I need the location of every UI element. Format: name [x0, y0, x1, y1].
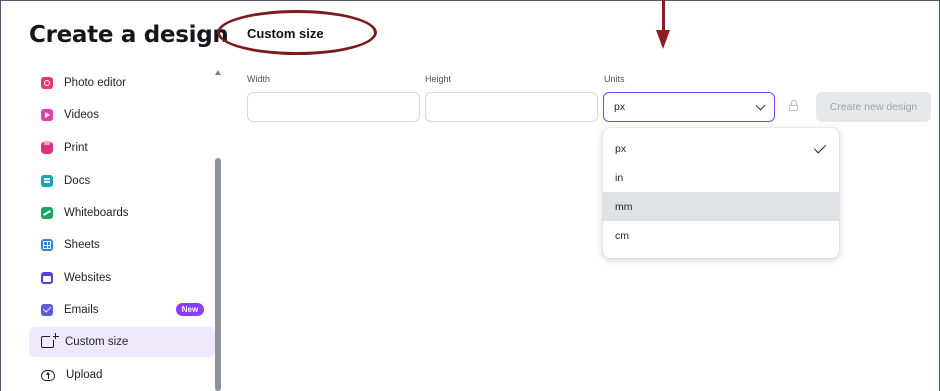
sidebar-item-docs[interactable]: Docs — [29, 166, 215, 196]
units-select[interactable]: px — [603, 92, 775, 122]
sidebar-item-photo-editor[interactable]: Photo editor — [29, 68, 215, 98]
video-icon — [41, 109, 53, 121]
custom-size-icon — [41, 333, 59, 348]
sidebar: Photo editor Videos Print Docs Whiteboar… — [29, 66, 215, 391]
sidebar-item-label: Upload — [66, 369, 103, 381]
height-input[interactable] — [425, 92, 598, 122]
annotation-arrow-line — [662, 0, 665, 32]
sidebar-item-label: Photo editor — [64, 77, 127, 89]
sidebar-item-label: Websites — [64, 272, 112, 284]
sidebar-item-websites[interactable]: Websites — [29, 263, 215, 293]
scrollbar-thumb[interactable] — [215, 158, 221, 391]
units-dropdown: px in mm cm — [603, 128, 839, 258]
lock-icon[interactable] — [789, 100, 798, 111]
sidebar-item-label: Custom size — [65, 336, 129, 348]
new-badge: New — [176, 303, 204, 316]
units-option-in[interactable]: in — [603, 163, 839, 192]
sidebar-item-custom-size[interactable]: Custom size — [29, 327, 215, 357]
photo-editor-icon — [41, 77, 53, 89]
upload-icon — [41, 369, 55, 381]
sidebar-item-print[interactable]: Print — [29, 133, 215, 163]
width-label: Width — [247, 74, 271, 84]
sidebar-item-sheets[interactable]: Sheets — [29, 230, 215, 260]
sidebar-item-whiteboards[interactable]: Whiteboards — [29, 198, 215, 228]
print-icon — [41, 141, 53, 154]
sidebar-item-label: Emails — [64, 304, 99, 316]
option-label: cm — [615, 229, 629, 242]
sidebar-item-label: Print — [64, 142, 88, 154]
chevron-down-icon — [755, 100, 766, 110]
websites-icon — [41, 272, 53, 284]
sidebar-item-emails[interactable]: Emails New — [29, 295, 215, 325]
sidebar-item-upload[interactable]: Upload — [29, 360, 215, 390]
units-option-px[interactable]: px — [603, 134, 839, 163]
option-label: in — [615, 171, 624, 184]
section-title: Custom size — [247, 26, 324, 41]
sidebar-item-videos[interactable]: Videos — [29, 100, 215, 130]
annotation-arrow-head-icon — [656, 30, 670, 49]
option-label: mm — [615, 200, 633, 213]
option-label: px — [615, 142, 627, 155]
create-new-design-button[interactable]: Create new design — [816, 92, 931, 122]
sidebar-item-label: Docs — [64, 175, 91, 187]
sidebar-item-label: Whiteboards — [64, 207, 129, 219]
docs-icon — [41, 175, 53, 187]
sidebar-scrollbar[interactable] — [214, 70, 222, 391]
sidebar-item-label: Videos — [64, 109, 99, 121]
height-label: Height — [425, 74, 452, 84]
units-label: Units — [604, 74, 625, 84]
scroll-up-arrow-icon[interactable] — [215, 70, 221, 75]
units-option-mm[interactable]: mm — [603, 192, 839, 221]
sidebar-item-label: Sheets — [64, 239, 100, 251]
units-select-value: px — [614, 101, 626, 113]
whiteboard-icon — [41, 207, 53, 219]
width-input[interactable] — [247, 92, 420, 122]
checkmark-icon — [813, 140, 827, 154]
sheets-icon — [41, 239, 53, 251]
email-icon — [41, 304, 53, 316]
units-option-cm[interactable]: cm — [603, 221, 839, 250]
page-title: Create a design — [29, 22, 229, 48]
